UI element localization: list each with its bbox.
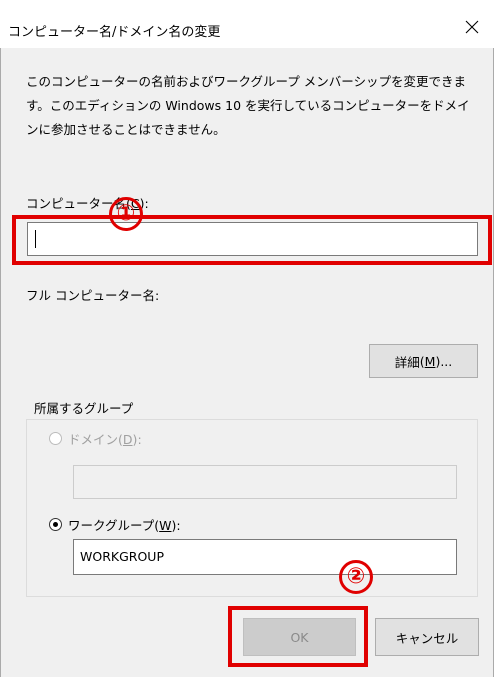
details-button[interactable]: 詳細(M)... — [369, 344, 478, 378]
close-button[interactable] — [450, 10, 494, 44]
workgroup-radio[interactable]: ワークグループ(W): — [49, 515, 181, 534]
full-computer-name-label: フル コンピューター名: — [26, 288, 160, 303]
text-caret — [35, 230, 36, 248]
cancel-button[interactable]: キャンセル — [375, 618, 479, 656]
close-icon — [465, 20, 479, 34]
membership-group-legend: 所属するグループ — [30, 398, 138, 417]
title-bar[interactable]: コンピューター名/ドメイン名の変更 — [0, 0, 494, 48]
window-title: コンピューター名/ドメイン名の変更 — [8, 25, 221, 40]
computer-name-input[interactable] — [27, 222, 478, 256]
workgroup-radio-label: ワークグループ(W): — [68, 518, 181, 533]
workgroup-radio-circle — [49, 518, 62, 531]
annotation-marker-2: ② — [339, 560, 373, 594]
domain-radio[interactable]: ドメイン(D): — [49, 429, 142, 448]
computer-name-dialog: コンピューター名/ドメイン名の変更 このコンピューターの名前およびワークグループ… — [0, 0, 494, 677]
domain-input[interactable] — [73, 465, 457, 499]
ok-button[interactable]: OK — [243, 618, 356, 656]
domain-radio-circle — [49, 432, 62, 445]
annotation-marker-1: ① — [109, 197, 143, 231]
domain-radio-label: ドメイン(D): — [68, 432, 142, 447]
description-text: このコンピューターの名前およびワークグループ メンバーシップを変更できます。この… — [26, 74, 470, 137]
window-frame-left — [0, 48, 1, 677]
workgroup-input[interactable]: WORKGROUP — [73, 539, 457, 575]
